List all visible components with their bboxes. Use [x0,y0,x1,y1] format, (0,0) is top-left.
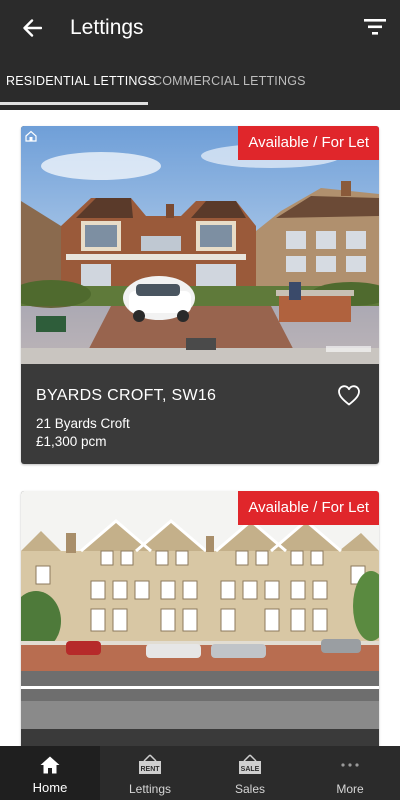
top-app-bar: Lettings RESIDENTIAL LETTINGS COMMERCIAL… [0,0,400,110]
nav-label-more: More [336,782,364,796]
more-dots-icon [337,754,363,776]
nav-item-sales[interactable]: SALE Sales [200,746,300,800]
arrow-left-icon [23,19,42,37]
terrace-photo-image [21,491,379,729]
listing-address: 21 Byards Croft [36,416,130,431]
sale-sign-icon: SALE [237,754,263,776]
filter-icon [364,19,386,35]
listing-price: £1,300 pcm [36,434,107,449]
nav-item-lettings[interactable]: RENT Lettings [100,746,200,800]
tab-residential-lettings[interactable]: RESIDENTIAL LETTINGS [6,74,156,88]
nav-label-sales: Sales [234,782,266,796]
app-screen: Lettings RESIDENTIAL LETTINGS COMMERCIAL… [0,0,400,800]
watermark-house-icon [25,130,37,142]
nav-item-home[interactable]: Home [0,746,100,800]
rent-sign-text: RENT [140,766,160,773]
listing-card[interactable]: Available / For Let [21,491,379,771]
availability-badge: Available / For Let [238,491,379,525]
active-tab-indicator [0,102,148,105]
heart-outline-icon[interactable] [337,384,361,406]
listing-photo[interactable]: Available / For Let [21,491,379,729]
nav-label-lettings: Lettings [128,782,172,796]
nav-item-more[interactable]: More [300,746,400,800]
bottom-navigation: Home RENT Lettings SALE Sales More [0,746,400,800]
listing-photo[interactable]: Available / For Let [21,126,379,364]
listing-details: BYARDS CROFT, SW16 21 Byards Croft £1,30… [21,364,379,464]
availability-badge: Available / For Let [238,126,379,160]
home-icon [37,754,63,776]
sale-sign-text: SALE [241,766,260,773]
tab-commercial-lettings[interactable]: COMMERCIAL LETTINGS [153,74,306,88]
page-title: Lettings [70,16,144,39]
listing-card[interactable]: Available / For Let BYARDS CROFT, SW16 2… [21,126,379,464]
house-photo-image [21,126,379,364]
nav-label-home: Home [32,780,68,795]
back-button[interactable] [18,14,46,42]
listing-title: BYARDS CROFT, SW16 [36,387,217,404]
tab-bar: RESIDENTIAL LETTINGS COMMERCIAL LETTINGS [0,62,400,110]
filter-button[interactable] [362,14,388,40]
rent-sign-icon: RENT [137,754,163,776]
